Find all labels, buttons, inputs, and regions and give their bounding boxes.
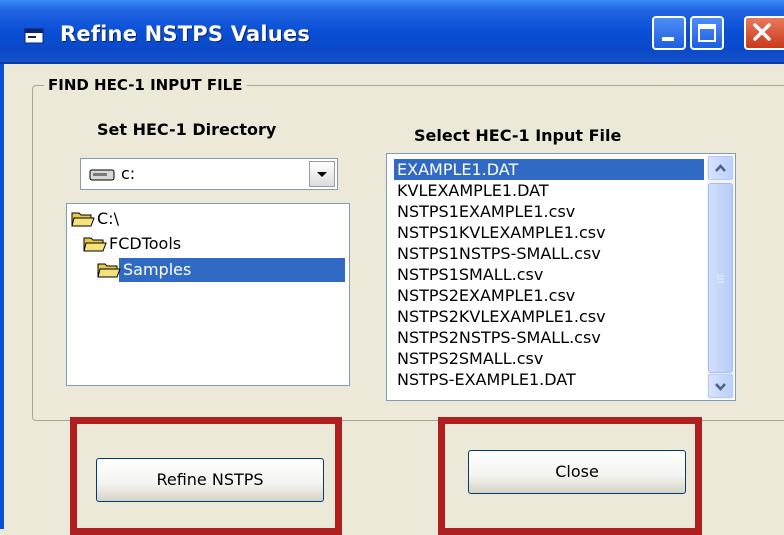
chevron-down-icon — [715, 383, 726, 391]
title-bar[interactable]: Refine NSTPS Values — [0, 0, 784, 64]
file-item[interactable]: NSTPS2EXAMPLE1.csv — [397, 285, 575, 306]
directory-label: Set HEC-1 Directory — [97, 120, 277, 139]
minimize-button[interactable] — [652, 16, 686, 50]
drive-select[interactable]: c: — [80, 158, 338, 190]
scroll-thumb[interactable] — [708, 183, 733, 373]
file-list-label: Select HEC-1 Input File — [414, 126, 622, 145]
file-item[interactable]: KVLEXAMPLE1.DAT — [397, 180, 549, 201]
maximize-icon — [698, 24, 716, 42]
scroll-down-button[interactable] — [708, 374, 733, 398]
scroll-up-button[interactable] — [708, 156, 733, 180]
maximize-button[interactable] — [690, 16, 724, 50]
close-icon — [753, 23, 771, 41]
file-list[interactable]: EXAMPLE1.DAT KVLEXAMPLE1.DAT NSTPS1EXAMP… — [386, 153, 736, 401]
window-title: Refine NSTPS Values — [60, 22, 311, 46]
file-item-selected[interactable]: EXAMPLE1.DAT — [397, 159, 518, 180]
grip-icon — [717, 275, 724, 283]
minimize-icon — [662, 37, 674, 41]
open-folder-icon — [71, 212, 95, 227]
drive-icon — [89, 167, 115, 186]
file-list-scrollbar[interactable] — [707, 155, 734, 399]
open-folder-icon — [97, 263, 121, 278]
file-item[interactable]: NSTPS2KVLEXAMPLE1.csv — [397, 306, 606, 327]
highlight-box — [438, 417, 702, 535]
highlight-box — [70, 417, 342, 535]
window-app-icon — [24, 28, 44, 44]
file-item[interactable]: NSTPS1EXAMPLE1.csv — [397, 201, 575, 222]
directory-list[interactable]: C:\ FCDTools Samples — [66, 203, 350, 386]
chevron-down-icon — [317, 172, 327, 177]
chevron-up-icon — [715, 164, 726, 172]
file-item[interactable]: NSTPS2SMALL.csv — [397, 348, 543, 369]
drive-value: c: — [121, 164, 136, 183]
open-folder-icon — [83, 237, 107, 252]
file-item[interactable]: NSTPS1SMALL.csv — [397, 264, 543, 285]
file-item[interactable]: NSTPS1KVLEXAMPLE1.csv — [397, 222, 606, 243]
drive-dropdown-button[interactable] — [309, 161, 335, 187]
file-item[interactable]: NSTPS1NSTPS-SMALL.csv — [397, 243, 601, 264]
group-label: FIND HEC-1 INPUT FILE — [44, 76, 247, 94]
file-item[interactable]: NSTPS-EXAMPLE1.DAT — [397, 369, 576, 390]
window-frame — [0, 64, 4, 529]
file-item[interactable]: NSTPS2NSTPS-SMALL.csv — [397, 327, 601, 348]
close-window-button[interactable] — [744, 16, 784, 50]
